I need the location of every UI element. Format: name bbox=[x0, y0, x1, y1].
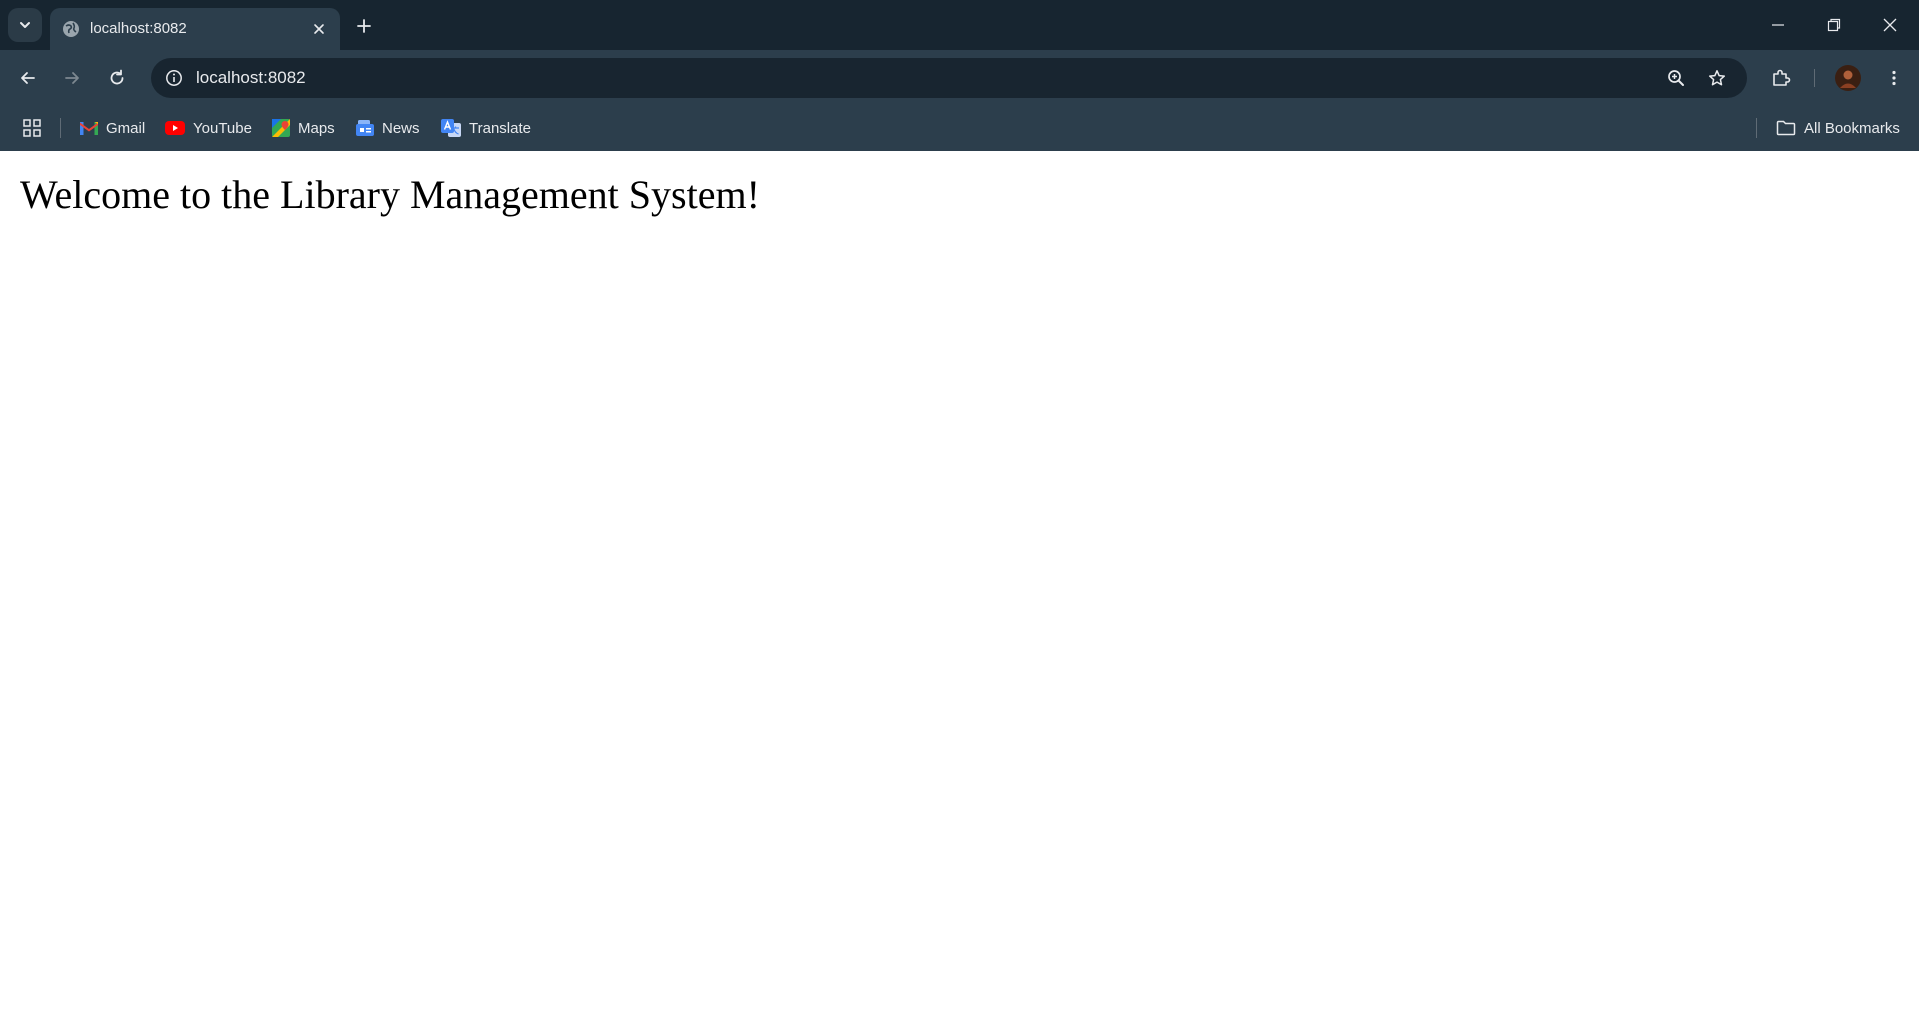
bookmark-star-button[interactable] bbox=[1703, 64, 1731, 92]
forward-button[interactable] bbox=[54, 60, 90, 96]
bookmark-youtube[interactable]: YouTube bbox=[159, 112, 258, 144]
address-bar bbox=[151, 58, 1747, 98]
zoom-in-icon bbox=[1668, 70, 1684, 86]
info-icon bbox=[166, 70, 182, 86]
gmail-icon bbox=[80, 122, 98, 135]
extensions-button[interactable] bbox=[1763, 60, 1799, 96]
puzzle-icon bbox=[1773, 69, 1791, 86]
close-window-button[interactable] bbox=[1862, 0, 1918, 50]
plus-icon bbox=[357, 19, 371, 33]
page-content: Welcome to the Library Management System… bbox=[0, 151, 1919, 1017]
all-bookmarks-button[interactable]: All Bookmarks bbox=[1770, 112, 1906, 144]
folder-icon bbox=[1776, 120, 1796, 136]
chevron-down-icon bbox=[20, 22, 30, 28]
arrow-right-icon bbox=[65, 72, 79, 84]
bookmarks-divider bbox=[60, 118, 61, 138]
reload-icon bbox=[110, 69, 124, 85]
apps-button[interactable] bbox=[20, 116, 44, 140]
bookmark-label: Gmail bbox=[106, 119, 146, 137]
restore-icon bbox=[1827, 18, 1841, 32]
more-vertical-icon bbox=[1892, 70, 1896, 86]
bookmark-maps[interactable]: Maps bbox=[266, 112, 341, 144]
page-title: Welcome to the Library Management System… bbox=[20, 172, 760, 217]
new-tab-button[interactable] bbox=[350, 12, 378, 40]
maps-icon bbox=[272, 119, 290, 137]
arrow-left-icon bbox=[21, 72, 35, 84]
bookmark-label: YouTube bbox=[193, 119, 252, 137]
minimize-button[interactable] bbox=[1750, 0, 1806, 50]
news-icon bbox=[356, 120, 374, 136]
close-icon bbox=[1883, 18, 1897, 32]
bookmarks-bar: Gmail YouTube Maps News Translate All Bo… bbox=[0, 106, 1919, 151]
site-info-button[interactable] bbox=[160, 64, 188, 92]
avatar bbox=[1835, 65, 1861, 91]
tab-close-button[interactable] bbox=[308, 18, 330, 40]
browser-tab[interactable]: localhost:8082 bbox=[50, 8, 340, 50]
tab-search-button[interactable] bbox=[8, 8, 42, 42]
translate-icon bbox=[441, 119, 461, 137]
bookmark-label: Translate bbox=[469, 119, 531, 137]
star-icon bbox=[1708, 70, 1726, 86]
minimize-icon bbox=[1772, 24, 1784, 26]
restore-button[interactable] bbox=[1806, 0, 1862, 50]
globe-icon bbox=[63, 21, 79, 37]
bookmark-label: News bbox=[382, 119, 420, 137]
bookmarks-divider bbox=[1756, 118, 1757, 138]
url-input[interactable] bbox=[196, 58, 1396, 98]
close-icon bbox=[314, 24, 324, 34]
bookmark-gmail[interactable]: Gmail bbox=[74, 112, 151, 144]
browser-toolbar bbox=[0, 50, 1919, 106]
apps-grid-icon bbox=[23, 119, 41, 137]
bookmark-translate[interactable]: Translate bbox=[435, 112, 537, 144]
back-button[interactable] bbox=[10, 60, 46, 96]
tab-strip: localhost:8082 bbox=[0, 0, 1919, 50]
tab-title: localhost:8082 bbox=[90, 20, 187, 37]
zoom-button[interactable] bbox=[1662, 64, 1690, 92]
reload-button[interactable] bbox=[99, 60, 135, 96]
bookmark-label: Maps bbox=[298, 119, 335, 137]
youtube-icon bbox=[165, 121, 185, 135]
browser-menu-button[interactable] bbox=[1876, 60, 1912, 96]
profile-button[interactable] bbox=[1830, 60, 1866, 96]
all-bookmarks-label: All Bookmarks bbox=[1804, 119, 1900, 137]
bookmark-news[interactable]: News bbox=[350, 112, 426, 144]
toolbar-divider bbox=[1814, 69, 1815, 87]
